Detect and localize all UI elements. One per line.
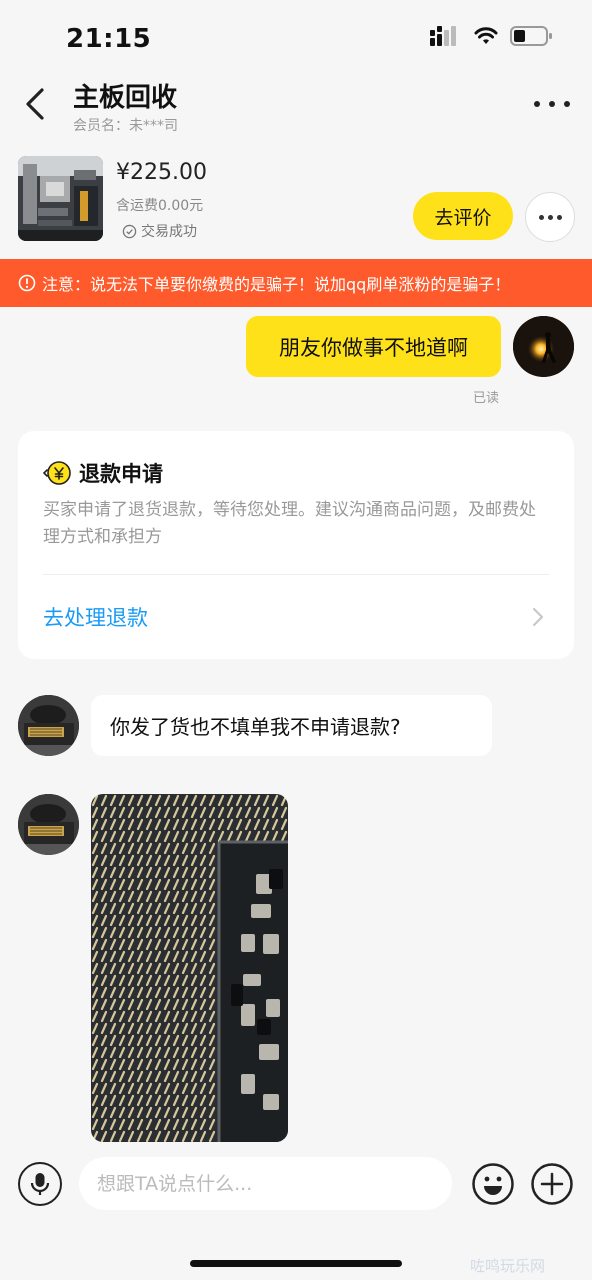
status-icons (430, 26, 552, 46)
shipping-fee: 含运费0.00元 (116, 198, 204, 214)
other-avatar[interactable] (18, 794, 79, 855)
divider (43, 574, 549, 575)
member-name: 会员名：未***司 (73, 118, 178, 134)
microphone-button[interactable] (18, 1162, 62, 1206)
emoji-icon[interactable] (471, 1162, 515, 1206)
watermark: 咗鸣玩乐网 (470, 1257, 546, 1275)
process-refund-link[interactable]: 去处理退款 (43, 602, 148, 632)
trade-status-label: 交易成功 (141, 224, 197, 240)
status-time: 21:15 (66, 24, 152, 54)
other-avatar[interactable] (18, 695, 79, 756)
refund-yen-icon (43, 461, 71, 485)
chat-photo[interactable] (91, 794, 288, 1142)
product-thumbnail[interactable] (18, 156, 103, 241)
wifi-icon (474, 27, 498, 44)
trade-status: 交易成功 (122, 221, 197, 241)
read-status: 已读 (473, 391, 500, 406)
product-price: ¥225.00 (116, 160, 207, 185)
review-button[interactable]: 去评价 (413, 192, 513, 240)
plus-icon[interactable] (530, 1162, 574, 1206)
my-message-bubble[interactable]: 朋友你做事不地道啊 (246, 316, 501, 377)
chevron-right-icon[interactable] (530, 606, 546, 628)
refund-card-title: 退款申请 (43, 458, 163, 488)
warning-text: 注意：说无法下单要你缴费的是骗子！说加qq刷单涨粉的是骗子！ (42, 275, 511, 294)
battery-icon (510, 26, 552, 46)
warning-banner: 注意：说无法下单要你缴费的是骗子！说加qq刷单涨粉的是骗子！ (0, 259, 592, 307)
check-circle-icon (122, 224, 137, 238)
more-options-button[interactable] (525, 192, 575, 242)
page-title: 主板回收 (73, 83, 178, 113)
alert-icon (18, 274, 36, 292)
chevron-left-icon[interactable] (18, 86, 54, 122)
microphone-icon (30, 1173, 50, 1195)
signal-icon (430, 26, 456, 46)
my-avatar[interactable] (513, 316, 574, 377)
refund-card-title-text: 退款申请 (79, 462, 163, 486)
message-input[interactable] (79, 1157, 452, 1210)
home-indicator (190, 1260, 402, 1267)
refund-card-description: 买家申请了退货退款，等待您处理。建议沟通商品问题，及邮费处理方式和承担方 (43, 500, 536, 547)
more-horizontal-icon[interactable] (534, 94, 570, 114)
other-message-bubble[interactable]: 你发了货也不填单我不申请退款? (91, 695, 492, 756)
